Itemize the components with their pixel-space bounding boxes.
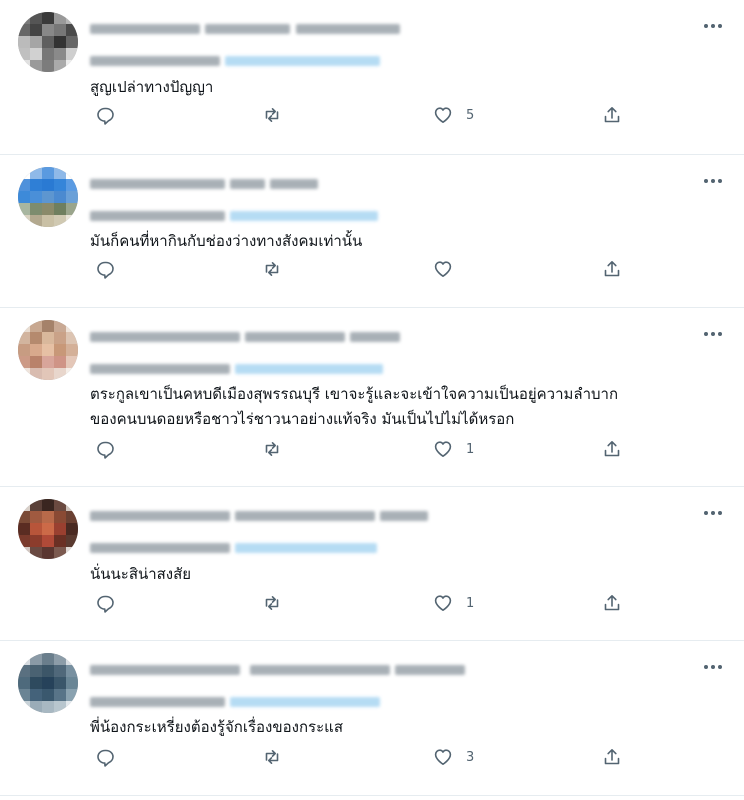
blurred-username (395, 665, 465, 675)
reply-icon (97, 441, 114, 459)
more-horizontal-icon[interactable] (700, 657, 726, 677)
retweet-button[interactable] (262, 105, 282, 125)
heart-icon (434, 749, 452, 765)
blurred-handle (90, 211, 225, 221)
divider (0, 795, 744, 796)
like-button[interactable]: 1 (433, 593, 474, 613)
share-button[interactable] (602, 105, 622, 125)
reply-button[interactable] (95, 747, 115, 767)
tweet-text: พี่น้องกระเหรี่ยงต้องรู้จักเรื่องของกระแ… (90, 718, 343, 736)
tweet[interactable]: พี่น้องกระเหรี่ยงต้องรู้จักเรื่องของกระแ… (0, 641, 744, 796)
like-button[interactable]: 3 (433, 747, 474, 767)
avatar[interactable] (18, 499, 78, 559)
blurred-username (235, 511, 375, 521)
blurred-username (350, 332, 400, 342)
avatar[interactable] (18, 320, 78, 380)
blurred-handle (90, 364, 230, 374)
like-count: 3 (466, 749, 475, 765)
blurred-username (205, 24, 290, 34)
heart-icon (434, 107, 452, 123)
retweet-icon (265, 442, 279, 456)
avatar[interactable] (18, 167, 78, 227)
reply-feed: สูญเปล่าทางปัญญา 5 มันก็คนที่หากินกับช่องว… (0, 0, 744, 800)
tweet-text: มันก็คนที่หากินกับช่องว่างทางสังคมเท่านั… (90, 232, 363, 250)
avatar[interactable] (18, 653, 78, 713)
tweet-text: นั่นนะสิน่าสงสัย (90, 565, 192, 583)
share-button[interactable] (602, 439, 622, 459)
tweet[interactable]: นั่นนะสิน่าสงสัย 1 (0, 487, 744, 641)
share-icon (604, 441, 620, 457)
share-icon (604, 107, 620, 123)
blurred-username (90, 332, 240, 342)
retweet-icon (265, 108, 279, 122)
blurred-handle (90, 697, 225, 707)
blurred-username (250, 665, 390, 675)
blurred-username (270, 179, 318, 189)
heart-icon (434, 261, 452, 277)
blurred-username (90, 511, 230, 521)
tweet[interactable]: ตระกูลเขาเป็นคหบดีเมืองสุพรรณบุรี เขาจะร… (0, 308, 744, 487)
blurred-username (90, 665, 240, 675)
reply-icon (97, 595, 114, 613)
avatar[interactable] (18, 12, 78, 72)
reply-button[interactable] (95, 105, 115, 125)
share-button[interactable] (602, 593, 622, 613)
heart-icon (434, 595, 452, 611)
retweet-button[interactable] (262, 439, 282, 459)
like-button[interactable]: 5 (433, 105, 474, 125)
like-count: 5 (466, 107, 475, 123)
reply-button[interactable] (95, 259, 115, 279)
tweet-text: ตระกูลเขาเป็นคหบดีเมืองสุพรรณบุรี เขาจะร… (90, 385, 619, 428)
retweet-button[interactable] (262, 593, 282, 613)
more-horizontal-icon[interactable] (700, 171, 726, 191)
reply-button[interactable] (95, 593, 115, 613)
reply-button[interactable] (95, 439, 115, 459)
blurred-handle (230, 697, 380, 707)
share-icon (604, 595, 620, 611)
retweet-icon (265, 262, 279, 276)
tweet[interactable]: สูญเปล่าทางปัญญา 5 (0, 0, 744, 155)
share-icon (604, 749, 620, 765)
blurred-handle (90, 56, 220, 66)
tweet[interactable]: มันก็คนที่หากินกับช่องว่างทางสังคมเท่านั… (0, 155, 744, 308)
blurred-username (380, 511, 428, 521)
like-count: 1 (466, 441, 475, 457)
like-button[interactable] (433, 259, 472, 279)
more-horizontal-icon[interactable] (700, 16, 726, 36)
share-button[interactable] (602, 747, 622, 767)
retweet-button[interactable] (262, 259, 282, 279)
retweet-icon (265, 596, 279, 610)
blurred-handle (90, 543, 230, 553)
blurred-handle (225, 56, 380, 66)
share-icon (604, 261, 620, 277)
blurred-username (296, 24, 400, 34)
heart-icon (434, 441, 452, 457)
blurred-username (245, 332, 345, 342)
reply-icon (97, 749, 114, 767)
like-button[interactable]: 1 (433, 439, 474, 459)
blurred-username (90, 179, 225, 189)
blurred-username (90, 24, 200, 34)
blurred-username (230, 179, 265, 189)
tweet-text: สูญเปล่าทางปัญญา (90, 78, 214, 96)
retweet-button[interactable] (262, 747, 282, 767)
blurred-handle (230, 211, 378, 221)
like-count: 1 (466, 595, 475, 611)
reply-icon (97, 261, 114, 279)
reply-icon (97, 107, 114, 125)
share-button[interactable] (602, 259, 622, 279)
retweet-icon (265, 750, 279, 764)
blurred-handle (235, 543, 377, 553)
more-horizontal-icon[interactable] (700, 324, 726, 344)
blurred-handle (235, 364, 383, 374)
more-horizontal-icon[interactable] (700, 503, 726, 523)
